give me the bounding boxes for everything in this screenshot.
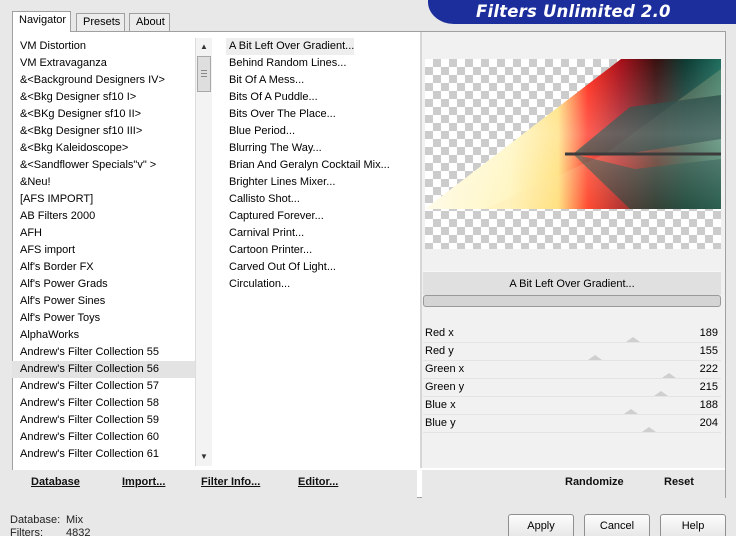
category-item[interactable]: VM Distortion bbox=[12, 38, 195, 55]
filter-item[interactable]: Behind Random Lines... bbox=[226, 55, 418, 72]
filter-item[interactable]: A Bit Left Over Gradient... bbox=[226, 38, 354, 55]
banner-title: Filters Unlimited 2.0 bbox=[476, 2, 671, 21]
category-item[interactable]: Andrew's Filter Collection 57 bbox=[12, 378, 195, 395]
filter-item[interactable]: Bits Of A Puddle... bbox=[226, 89, 418, 106]
category-item[interactable]: VM Extravaganza bbox=[12, 55, 195, 72]
tab-about[interactable]: About bbox=[129, 13, 170, 31]
tab-navigator[interactable]: Navigator bbox=[12, 11, 71, 32]
filter-info-label: Filter Info... bbox=[201, 476, 261, 488]
param-value: 155 bbox=[699, 345, 718, 357]
param-row[interactable]: Green x 222 bbox=[423, 362, 721, 379]
category-item[interactable]: &<Sandflower Specials"v" > bbox=[12, 157, 195, 174]
scroll-up-arrow-icon[interactable]: ▲ bbox=[196, 40, 212, 54]
editor-label: Editor... bbox=[298, 476, 339, 488]
category-item[interactable]: AB Filters 2000 bbox=[12, 208, 195, 225]
param-value: 204 bbox=[699, 417, 718, 429]
preview-image bbox=[425, 59, 721, 249]
category-item[interactable]: AFH bbox=[12, 225, 195, 242]
param-value: 222 bbox=[699, 363, 718, 375]
param-row[interactable]: Blue x 188 bbox=[423, 398, 721, 415]
import-label: Import... bbox=[122, 476, 166, 488]
param-value: 188 bbox=[699, 399, 718, 411]
param-label: Green y bbox=[425, 381, 465, 393]
filter-item[interactable]: Captured Forever... bbox=[226, 208, 418, 225]
selected-filter-name: A Bit Left Over Gradient... bbox=[423, 271, 721, 295]
filter-info-button[interactable]: Filter Info... bbox=[201, 476, 260, 488]
cancel-button[interactable]: Cancel bbox=[584, 514, 650, 536]
editor-button[interactable]: Editor... bbox=[298, 476, 338, 488]
param-slider-thumb[interactable] bbox=[626, 337, 640, 342]
database-status: Database: Mix bbox=[10, 514, 83, 526]
database-button[interactable]: Database bbox=[31, 476, 80, 488]
filter-item[interactable]: Carved Out Of Light... bbox=[226, 259, 418, 276]
param-label: Blue y bbox=[425, 417, 456, 429]
filters-status-value: 4832 bbox=[66, 527, 91, 536]
param-slider-thumb[interactable] bbox=[588, 355, 602, 360]
category-item[interactable]: &Neu! bbox=[12, 174, 195, 191]
apply-button[interactable]: Apply bbox=[508, 514, 574, 536]
scroll-down-arrow-icon[interactable]: ▼ bbox=[196, 450, 212, 464]
import-button[interactable]: Import... bbox=[122, 476, 165, 488]
filter-item[interactable]: Carnival Print... bbox=[226, 225, 418, 242]
param-row[interactable]: Green y 215 bbox=[423, 380, 721, 397]
category-item[interactable]: [AFS IMPORT] bbox=[12, 191, 195, 208]
category-item[interactable]: &<Bkg Designer sf10 III> bbox=[12, 123, 195, 140]
param-label: Red y bbox=[425, 345, 454, 357]
category-scrollbar[interactable]: ▲ ▼ bbox=[195, 38, 212, 466]
help-button[interactable]: Help bbox=[660, 514, 726, 536]
category-item[interactable]: Andrew's Filter Collection 60 bbox=[12, 429, 195, 446]
scroll-thumb[interactable] bbox=[197, 56, 211, 92]
database-status-value: Mix bbox=[66, 514, 84, 526]
filters-status: Filters: 4832 bbox=[10, 527, 90, 536]
reset-button[interactable]: Reset bbox=[664, 476, 694, 488]
progress-bar bbox=[423, 295, 721, 307]
database-label: Database bbox=[31, 476, 80, 488]
param-label: Green x bbox=[425, 363, 465, 375]
filter-item[interactable]: Blurring The Way... bbox=[226, 140, 418, 157]
param-slider-thumb[interactable] bbox=[642, 427, 656, 432]
category-item[interactable]: Andrew's Filter Collection 58 bbox=[12, 395, 195, 412]
param-value: 215 bbox=[699, 381, 718, 393]
param-label: Red x bbox=[425, 327, 454, 339]
filter-item[interactable]: Cartoon Printer... bbox=[226, 242, 418, 259]
filter-item[interactable]: Brian And Geralyn Cocktail Mix... bbox=[226, 157, 418, 174]
category-item[interactable]: AFS import bbox=[12, 242, 195, 259]
param-row[interactable]: Red y 155 bbox=[423, 344, 721, 361]
tab-presets[interactable]: Presets bbox=[76, 13, 125, 31]
category-item[interactable]: &<BKg Designer sf10 II> bbox=[12, 106, 195, 123]
category-item[interactable]: &<Bkg Kaleidoscope> bbox=[12, 140, 195, 157]
param-label: Blue x bbox=[425, 399, 456, 411]
category-list[interactable]: VM Distortion VM Extravaganza &<Background… bbox=[12, 38, 195, 466]
category-item[interactable]: Alf's Border FX bbox=[12, 259, 195, 276]
category-item[interactable]: Andrew's Filter Collection 55 bbox=[12, 344, 195, 361]
param-row[interactable]: Red x 189 bbox=[423, 326, 721, 343]
param-slider-thumb[interactable] bbox=[624, 409, 638, 414]
category-item[interactable]: Andrew's Filter Collection 61 bbox=[12, 446, 195, 463]
filters-status-label: Filters: bbox=[10, 527, 43, 536]
category-item[interactable]: Andrew's Filter Collection 59 bbox=[12, 412, 195, 429]
param-slider-thumb[interactable] bbox=[654, 391, 668, 396]
filter-item[interactable]: Bit Of A Mess... bbox=[226, 72, 418, 89]
category-item[interactable]: &<Bkg Designer sf10 I> bbox=[12, 89, 195, 106]
database-status-label: Database: bbox=[10, 514, 61, 526]
filter-item[interactable]: Brighter Lines Mixer... bbox=[226, 174, 418, 191]
filter-item[interactable]: Circulation... bbox=[226, 276, 418, 293]
param-row[interactable]: Blue y 204 bbox=[423, 416, 721, 433]
category-item[interactable]: Alf's Power Toys bbox=[12, 310, 195, 327]
filter-list[interactable]: A Bit Left Over Gradient... Behind Random… bbox=[226, 38, 418, 466]
category-item[interactable]: Alf's Power Sines bbox=[12, 293, 195, 310]
category-item[interactable]: Andrew's Filter Collection 56 bbox=[12, 361, 195, 378]
filter-item[interactable]: Bits Over The Place... bbox=[226, 106, 418, 123]
title-banner: Filters Unlimited 2.0 bbox=[428, 0, 736, 24]
category-item[interactable]: AlphaWorks bbox=[12, 327, 195, 344]
randomize-button[interactable]: Randomize bbox=[565, 476, 624, 488]
param-slider-thumb[interactable] bbox=[662, 373, 676, 378]
category-item[interactable]: Alf's Power Grads bbox=[12, 276, 195, 293]
category-item[interactable]: &<Background Designers IV> bbox=[12, 72, 195, 89]
filter-item[interactable]: Callisto Shot... bbox=[226, 191, 418, 208]
param-value: 189 bbox=[699, 327, 718, 339]
filter-item[interactable]: Blue Period... bbox=[226, 123, 418, 140]
